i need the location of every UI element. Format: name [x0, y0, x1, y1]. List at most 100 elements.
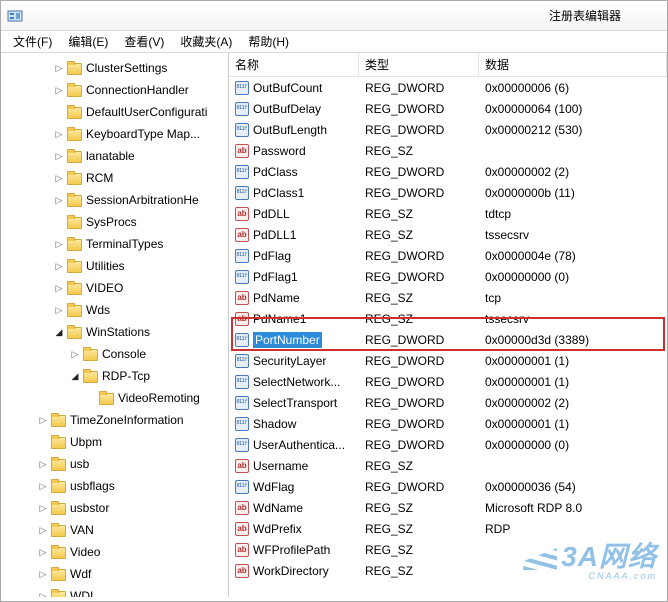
value-name-cell: PdName1 — [229, 312, 359, 326]
tree-node[interactable]: ▷SessionArbitrationHe — [1, 189, 228, 211]
expander-closed-icon[interactable]: ▷ — [53, 304, 65, 316]
expander-closed-icon[interactable]: ▷ — [37, 502, 49, 514]
tree-node[interactable]: ▷Utilities — [1, 255, 228, 277]
value-row[interactable]: PdFlag1REG_DWORD0x00000000 (0) — [229, 266, 667, 287]
value-row[interactable]: OutBufLengthREG_DWORD0x00000212 (530) — [229, 119, 667, 140]
tree-node[interactable]: ▷ClusterSettings — [1, 57, 228, 79]
expander-closed-icon[interactable]: ▷ — [53, 128, 65, 140]
value-row[interactable]: PdName1REG_SZtssecsrv — [229, 308, 667, 329]
value-data: Microsoft RDP 8.0 — [479, 501, 667, 515]
value-row[interactable]: PdFlagREG_DWORD0x0000004e (78) — [229, 245, 667, 266]
folder-icon — [50, 566, 66, 582]
value-type: REG_DWORD — [359, 165, 479, 179]
expander-closed-icon[interactable]: ▷ — [37, 480, 49, 492]
expander-closed-icon[interactable]: ▷ — [53, 62, 65, 74]
tree-panel[interactable]: ▷ClusterSettings▷ConnectionHandlerDefaul… — [1, 53, 229, 597]
reg-sz-icon — [235, 501, 249, 515]
tree-node[interactable]: ▷KeyboardType Map... — [1, 123, 228, 145]
tree-node[interactable]: SysProcs — [1, 211, 228, 233]
value-type: REG_SZ — [359, 501, 479, 515]
value-row[interactable]: ShadowREG_DWORD0x00000001 (1) — [229, 413, 667, 434]
tree-node[interactable]: ▷VAN — [1, 519, 228, 541]
menu-favorites[interactable]: 收藏夹(A) — [174, 31, 238, 52]
tree-node[interactable]: ▷Video — [1, 541, 228, 563]
value-name-cell: OutBufCount — [229, 81, 359, 95]
titlebar: 注册表编辑器 — [1, 1, 667, 31]
folder-icon — [66, 236, 82, 252]
expander-closed-icon[interactable]: ▷ — [53, 150, 65, 162]
tree-node[interactable]: VideoRemoting — [1, 387, 228, 409]
value-name-cell: SelectNetwork... — [229, 375, 359, 389]
tree-node[interactable]: ▷usb — [1, 453, 228, 475]
value-row[interactable]: WdFlagREG_DWORD0x00000036 (54) — [229, 476, 667, 497]
value-row[interactable]: PortNumberREG_DWORD0x00000d3d (3389) — [229, 329, 667, 350]
expander-closed-icon[interactable]: ▷ — [53, 282, 65, 294]
expander-closed-icon[interactable]: ▷ — [69, 348, 81, 360]
tree-node[interactable]: ▷lanatable — [1, 145, 228, 167]
value-row[interactable]: WdPrefixREG_SZRDP — [229, 518, 667, 539]
folder-icon — [82, 346, 98, 362]
tree-node[interactable]: DefaultUserConfigurati — [1, 101, 228, 123]
value-row[interactable]: SelectNetwork...REG_DWORD0x00000001 (1) — [229, 371, 667, 392]
value-row[interactable]: PdNameREG_SZtcp — [229, 287, 667, 308]
expander-closed-icon[interactable]: ▷ — [37, 458, 49, 470]
value-row[interactable]: PdDLL1REG_SZtssecsrv — [229, 224, 667, 245]
value-row[interactable]: PdClass1REG_DWORD0x0000000b (11) — [229, 182, 667, 203]
tree-node[interactable]: ▷RCM — [1, 167, 228, 189]
expander-closed-icon[interactable]: ▷ — [53, 260, 65, 272]
column-name[interactable]: 名称 — [229, 53, 359, 76]
tree-node[interactable]: ▷WDI — [1, 585, 228, 597]
expander-closed-icon[interactable]: ▷ — [37, 568, 49, 580]
value-row[interactable]: OutBufDelayREG_DWORD0x00000064 (100) — [229, 98, 667, 119]
value-row[interactable]: UsernameREG_SZ — [229, 455, 667, 476]
tree-node[interactable]: ◢WinStations — [1, 321, 228, 343]
tree-node[interactable]: Ubpm — [1, 431, 228, 453]
tree-node[interactable]: ▷ usbstor — [1, 497, 228, 519]
tree-node[interactable]: ▷ConnectionHandler — [1, 79, 228, 101]
expander-closed-icon[interactable]: ▷ — [53, 238, 65, 250]
value-name: PdFlag1 — [253, 270, 298, 284]
expander-closed-icon[interactable]: ▷ — [37, 590, 49, 597]
column-data[interactable]: 数据 — [479, 53, 667, 76]
expander-open-icon[interactable]: ◢ — [53, 326, 65, 338]
column-type[interactable]: 类型 — [359, 53, 479, 76]
tree-node[interactable]: ▷Console — [1, 343, 228, 365]
value-row[interactable]: SelectTransportREG_DWORD0x00000002 (2) — [229, 392, 667, 413]
tree-node[interactable]: ▷ usbflags — [1, 475, 228, 497]
value-row[interactable]: WFProfilePathREG_SZ — [229, 539, 667, 560]
value-row[interactable]: WdNameREG_SZMicrosoft RDP 8.0 — [229, 497, 667, 518]
expander-closed-icon[interactable]: ▷ — [53, 84, 65, 96]
expander-closed-icon[interactable]: ▷ — [37, 524, 49, 536]
value-row[interactable]: WorkDirectoryREG_SZ — [229, 560, 667, 581]
value-row[interactable]: SecurityLayerREG_DWORD0x00000001 (1) — [229, 350, 667, 371]
tree-node[interactable]: ▷Wdf — [1, 563, 228, 585]
expander-closed-icon[interactable]: ▷ — [37, 546, 49, 558]
tree-node[interactable]: ▷Wds — [1, 299, 228, 321]
menu-file[interactable]: 文件(F) — [7, 31, 58, 52]
value-list-panel[interactable]: 名称 类型 数据 OutBufCountREG_DWORD0x00000006 … — [229, 53, 667, 597]
expander-closed-icon[interactable]: ▷ — [37, 414, 49, 426]
menu-view[interactable]: 查看(V) — [118, 31, 170, 52]
value-type: REG_SZ — [359, 543, 479, 557]
tree-node[interactable]: ◢RDP-Tcp — [1, 365, 228, 387]
value-row[interactable]: PdDLLREG_SZtdtcp — [229, 203, 667, 224]
tree-node[interactable]: ▷TimeZoneInformation — [1, 409, 228, 431]
tree-node-label: usbflags — [70, 479, 115, 493]
reg-dword-icon — [235, 333, 249, 347]
menu-help[interactable]: 帮助(H) — [242, 31, 295, 52]
expander-closed-icon[interactable]: ▷ — [53, 194, 65, 206]
expander-closed-icon[interactable]: ▷ — [53, 172, 65, 184]
reg-sz-icon — [235, 291, 249, 305]
tree-node[interactable]: ▷TerminalTypes — [1, 233, 228, 255]
value-row[interactable]: PdClassREG_DWORD0x00000002 (2) — [229, 161, 667, 182]
tree-node-label: usbstor — [70, 501, 109, 515]
value-row[interactable]: PasswordREG_SZ — [229, 140, 667, 161]
menu-edit[interactable]: 编辑(E) — [62, 31, 114, 52]
value-row[interactable]: OutBufCountREG_DWORD0x00000006 (6) — [229, 77, 667, 98]
reg-sz-icon — [235, 312, 249, 326]
value-row[interactable]: UserAuthentica...REG_DWORD0x00000000 (0) — [229, 434, 667, 455]
folder-icon — [66, 170, 82, 186]
expander-open-icon[interactable]: ◢ — [69, 370, 81, 382]
tree-node[interactable]: ▷VIDEO — [1, 277, 228, 299]
value-data: 0x0000000b (11) — [479, 186, 667, 200]
